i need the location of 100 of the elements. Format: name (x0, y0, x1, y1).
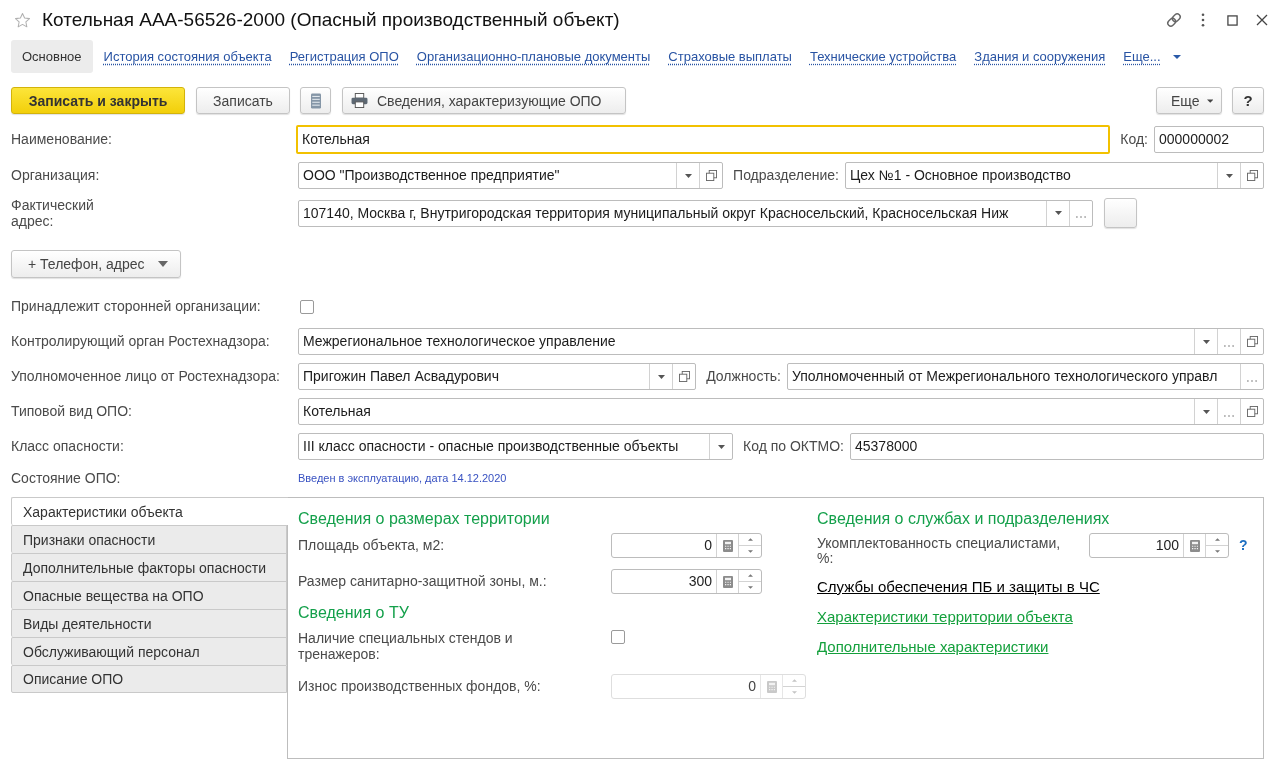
link-icon[interactable] (1165, 11, 1183, 29)
nav-more-link[interactable]: Еще... (1114, 40, 1190, 73)
down-arrow-icon (1214, 550, 1220, 553)
select-field[interactable]: Цех №1 - Основное производство (845, 162, 1264, 189)
window-title: Котельная ААА-56526-2000 (Опасный производственный объект) (42, 9, 620, 31)
caret-icon (1225, 173, 1233, 178)
section-heading: Сведения о ТУ (298, 603, 410, 623)
input-field[interactable]: 45378000 (850, 433, 1264, 460)
field-label: Должность: (706, 368, 781, 385)
nav-link[interactable]: История состояния объекта (94, 40, 281, 73)
down-arrow-icon (791, 691, 797, 694)
section-tab[interactable]: Виды деятельности (11, 609, 287, 637)
calculator-icon (766, 680, 777, 693)
field-label: Фактический адрес: (11, 197, 95, 229)
field-label: Класс опасности: (11, 438, 124, 455)
field-label: Подразделение: (733, 167, 839, 184)
field-label: Состояние ОПО: (11, 469, 121, 487)
toolbar-button[interactable]: Записать (196, 87, 290, 114)
nav-link[interactable]: Регистрация ОПО (280, 40, 408, 73)
field-label: Типовой вид ОПО: (11, 403, 132, 420)
section-tab[interactable]: Описание ОПО (11, 665, 287, 693)
field-label: Код: (1120, 131, 1148, 148)
print-button[interactable]: Сведения, характеризующие ОПО (342, 87, 626, 114)
help-link[interactable]: ? (1239, 533, 1248, 558)
caret-icon (1206, 98, 1213, 103)
section-link[interactable]: Дополнительные характеристики (817, 637, 1049, 657)
printer-icon (351, 93, 368, 108)
add-contact-button[interactable]: + Телефон, адрес (11, 250, 181, 278)
field-label: Площадь объекта, м2: (298, 536, 445, 553)
nav-tab[interactable]: Основное (11, 40, 93, 73)
overlapping-squares-icon (1246, 170, 1258, 181)
nav-link[interactable]: Страховые выплаты (659, 40, 801, 73)
calculator-icon (722, 575, 733, 588)
checkbox[interactable] (611, 630, 625, 644)
field-label: Размер санитарно-защитной зоны, м.: (298, 572, 547, 589)
section-link[interactable]: Службы обеспечения ПБ и защиты в ЧС (817, 577, 1100, 597)
primary-button[interactable]: Записать и закрыть (11, 87, 185, 114)
field-label: Контролирующий орган Ростехнадзора: (11, 333, 270, 350)
select-field[interactable]: 107140, Москва г, Внутригородская территория муниципальный округ Красносельский, Красносельская Ниж (298, 199, 1093, 227)
section-heading: Сведения о размерах территории (298, 509, 551, 529)
overlapping-squares-icon (678, 371, 690, 382)
section-link[interactable]: Характеристики территории объекта (817, 607, 1073, 627)
maximize-icon[interactable] (1227, 14, 1238, 26)
more-menu-button[interactable]: Еще (1156, 87, 1222, 114)
field-label: Наименование: (11, 131, 112, 148)
section-tab[interactable]: Опасные вещества на ОПО (11, 581, 287, 609)
close-icon[interactable] (1256, 14, 1268, 26)
help-button[interactable]: ? (1232, 87, 1264, 114)
section-tab[interactable]: Характеристики объекта (11, 497, 288, 525)
spin-button[interactable] (738, 534, 761, 557)
ellipsis-icon (1247, 379, 1257, 382)
up-arrow-icon (747, 538, 753, 541)
field-label: Код по ОКТМО: (743, 438, 844, 455)
caret-icon (158, 261, 168, 267)
caret-icon (657, 374, 665, 379)
section-tab[interactable]: Признаки опасности (11, 525, 287, 553)
caret-icon (1054, 211, 1062, 215)
field-label: Износ производственных фондов, %: (298, 677, 541, 694)
nav-link[interactable]: Здания и сооружения (965, 40, 1115, 73)
caret-icon (1202, 339, 1210, 344)
caret-icon (684, 173, 692, 178)
input-field[interactable]: 000000002 (1154, 126, 1264, 153)
number-field[interactable]: 100 (1089, 533, 1229, 558)
number-field[interactable]: 300 (611, 569, 762, 594)
up-arrow-icon (1214, 538, 1220, 541)
input-field[interactable]: Котельная (296, 125, 1111, 154)
more-options-icon[interactable] (1201, 13, 1205, 27)
select-field[interactable]: III класс опасности - опасные производственные объекты (298, 433, 733, 460)
select-field[interactable]: Котельная (298, 398, 1264, 425)
empty-button[interactable] (1104, 198, 1137, 228)
select-field[interactable]: ООО "Производственное предприятие" (298, 162, 724, 189)
up-arrow-icon (747, 574, 753, 577)
checkbox[interactable] (300, 299, 314, 314)
field-label: Уполномоченное лицо от Ростехнадзора: (11, 368, 280, 385)
field-label: Принадлежит сторонней организации: (11, 298, 261, 315)
field-label: Наличие специальных стендов и тренажеров: (298, 629, 514, 662)
select-field[interactable]: Межрегиональное технологическое управление (298, 328, 1264, 355)
section-tab[interactable]: Дополнительные факторы опасности (11, 553, 287, 581)
ellipsis-icon (1224, 344, 1234, 347)
nav-link[interactable]: Организационно-плановые документы (407, 40, 660, 73)
overlapping-squares-icon (1246, 406, 1258, 417)
nav-link[interactable]: Технические устройства (800, 40, 966, 73)
overlapping-squares-icon (1246, 336, 1258, 347)
select-field[interactable]: Пригожин Павел Асвадурович (298, 363, 697, 390)
spin-button[interactable] (738, 570, 761, 593)
caret-icon (717, 444, 725, 449)
document-button[interactable] (300, 87, 331, 114)
down-arrow-icon (747, 586, 753, 589)
favorite-star-icon[interactable] (14, 11, 31, 29)
caret-icon (1202, 409, 1210, 414)
status-link[interactable]: Введен в эксплуатацию, дата 14.12.2020 (298, 472, 507, 484)
number-field[interactable]: 0 (611, 533, 762, 558)
spin-button[interactable] (1205, 534, 1228, 557)
select-field[interactable]: Уполномоченный от Межрегионального технологического управл (787, 363, 1264, 390)
overlapping-squares-icon (705, 170, 717, 181)
section-tab[interactable]: Обслуживающий персонал (11, 637, 287, 665)
field-label: Укомплектованность специалистами, %: (817, 534, 1062, 566)
caret-icon (1172, 54, 1181, 59)
calculator-icon (1189, 539, 1200, 552)
list-document-icon (310, 92, 321, 109)
